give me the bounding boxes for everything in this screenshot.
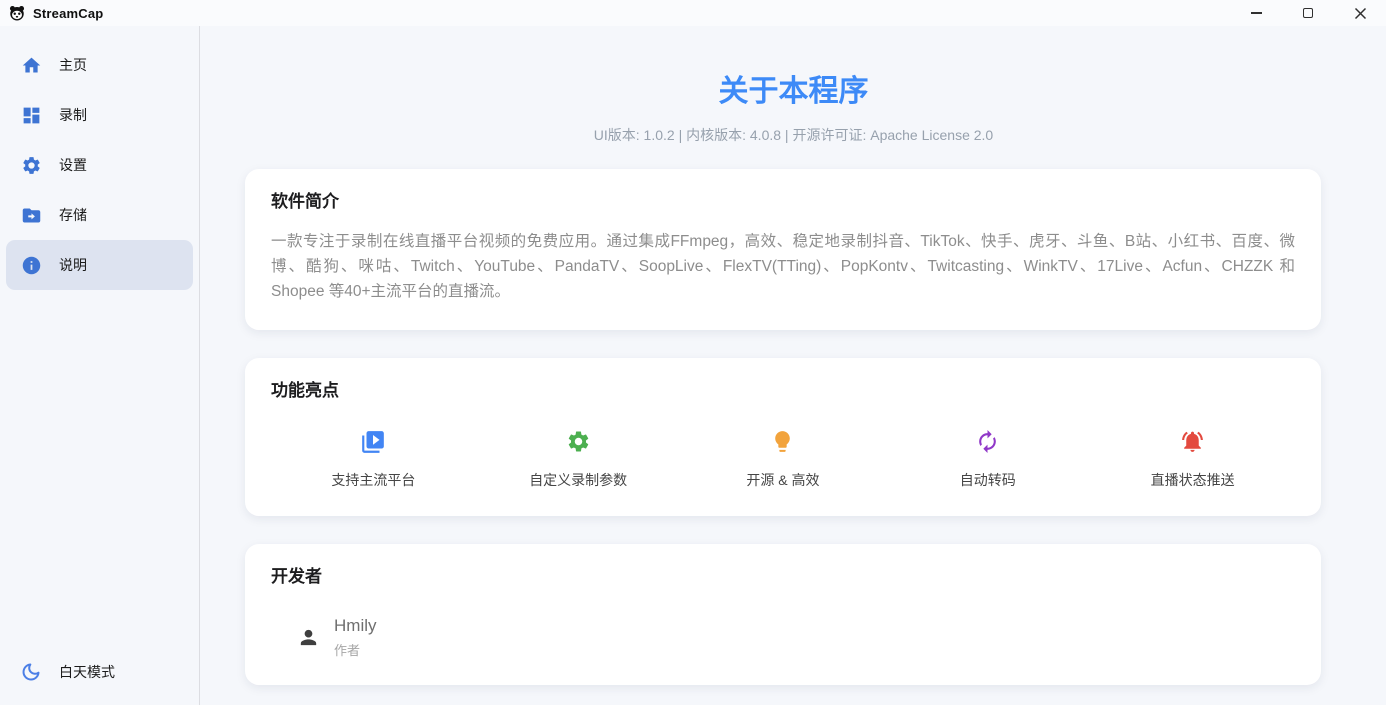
developers-card: 开发者 Hmily 作者 [245,544,1321,685]
app-logo-panda-icon [8,4,26,22]
theme-toggle-label: 白天模式 [59,662,115,682]
feature-label: 自动转码 [960,470,1016,490]
close-button[interactable] [1334,0,1386,26]
minimize-icon [1251,12,1262,14]
lightbulb-icon [770,428,795,455]
developer-item[interactable]: Hmily 作者 [271,616,1295,659]
sidebar-item-about[interactable]: 说明 [6,240,193,290]
sidebar-item-label: 设置 [59,155,87,175]
developers-heading: 开发者 [271,566,1295,588]
gear-icon [566,428,591,455]
version-info: UI版本: 1.0.2 | 内核版本: 4.0.8 | 开源许可证: Apach… [201,125,1386,145]
cards-container: 软件简介 一款专注于录制在线直播平台视频的免费应用。通过集成FFmpeg，高效、… [245,169,1321,685]
developer-name: Hmily [334,616,377,636]
moon-icon [20,662,42,682]
feature-label: 支持主流平台 [331,470,415,490]
intro-card: 软件简介 一款专注于录制在线直播平台视频的免费应用。通过集成FFmpeg，高效、… [245,169,1321,330]
video-library-icon [360,428,386,455]
intro-body: 一款专注于录制在线直播平台视频的免费应用。通过集成FFmpeg，高效、稳定地录制… [271,229,1295,304]
feature-custom-params: 自定义录制参数 [476,428,681,490]
feature-open-source: 开源 & 高效 [681,428,886,490]
feature-label: 自定义录制参数 [529,470,627,490]
developer-role: 作者 [334,640,377,659]
theme-toggle[interactable]: 白天模式 [6,647,205,697]
feature-live-status-push: 直播状态推送 [1090,428,1295,490]
feature-platforms: 支持主流平台 [271,428,476,490]
info-icon [20,255,42,276]
features-row: 支持主流平台 自定义录制参数 [271,428,1295,490]
feature-label: 直播状态推送 [1151,470,1235,490]
window-controls [1230,0,1386,26]
titlebar: StreamCap [0,0,1386,26]
feature-label: 开源 & 高效 [746,470,819,490]
sidebar-item-label: 录制 [59,105,87,125]
minimize-button[interactable] [1230,0,1282,26]
sidebar-item-label: 存储 [59,205,87,225]
sidebar-item-storage[interactable]: 存储 [6,190,193,240]
person-icon [297,626,320,649]
bell-icon [1180,428,1205,455]
app-title: StreamCap [33,6,103,21]
developer-info: Hmily 作者 [334,616,377,659]
features-card: 功能亮点 支持主流平台 [245,358,1321,516]
sidebar-item-settings[interactable]: 设置 [6,140,193,190]
sidebar-item-label: 说明 [59,255,87,275]
sidebar-item-home[interactable]: 主页 [6,40,193,90]
home-icon [20,55,42,76]
folder-arrow-icon [20,205,42,226]
sidebar: 主页 录制 设置 [0,26,200,705]
app-window: StreamCap 主页 [0,0,1386,705]
page-title: 关于本程序 [201,66,1386,110]
about-page: 关于本程序 UI版本: 1.0.2 | 内核版本: 4.0.8 | 开源许可证:… [201,26,1386,705]
sidebar-item-record[interactable]: 录制 [6,90,193,140]
sync-icon [975,428,1000,455]
maximize-button[interactable] [1282,0,1334,26]
intro-heading: 软件简介 [271,191,1295,213]
sidebar-item-label: 主页 [59,55,87,75]
features-heading: 功能亮点 [271,380,1295,402]
gear-icon [20,155,42,176]
maximize-icon [1303,8,1313,18]
close-icon [1354,7,1367,20]
dashboard-icon [20,105,42,126]
feature-transcode: 自动转码 [885,428,1090,490]
